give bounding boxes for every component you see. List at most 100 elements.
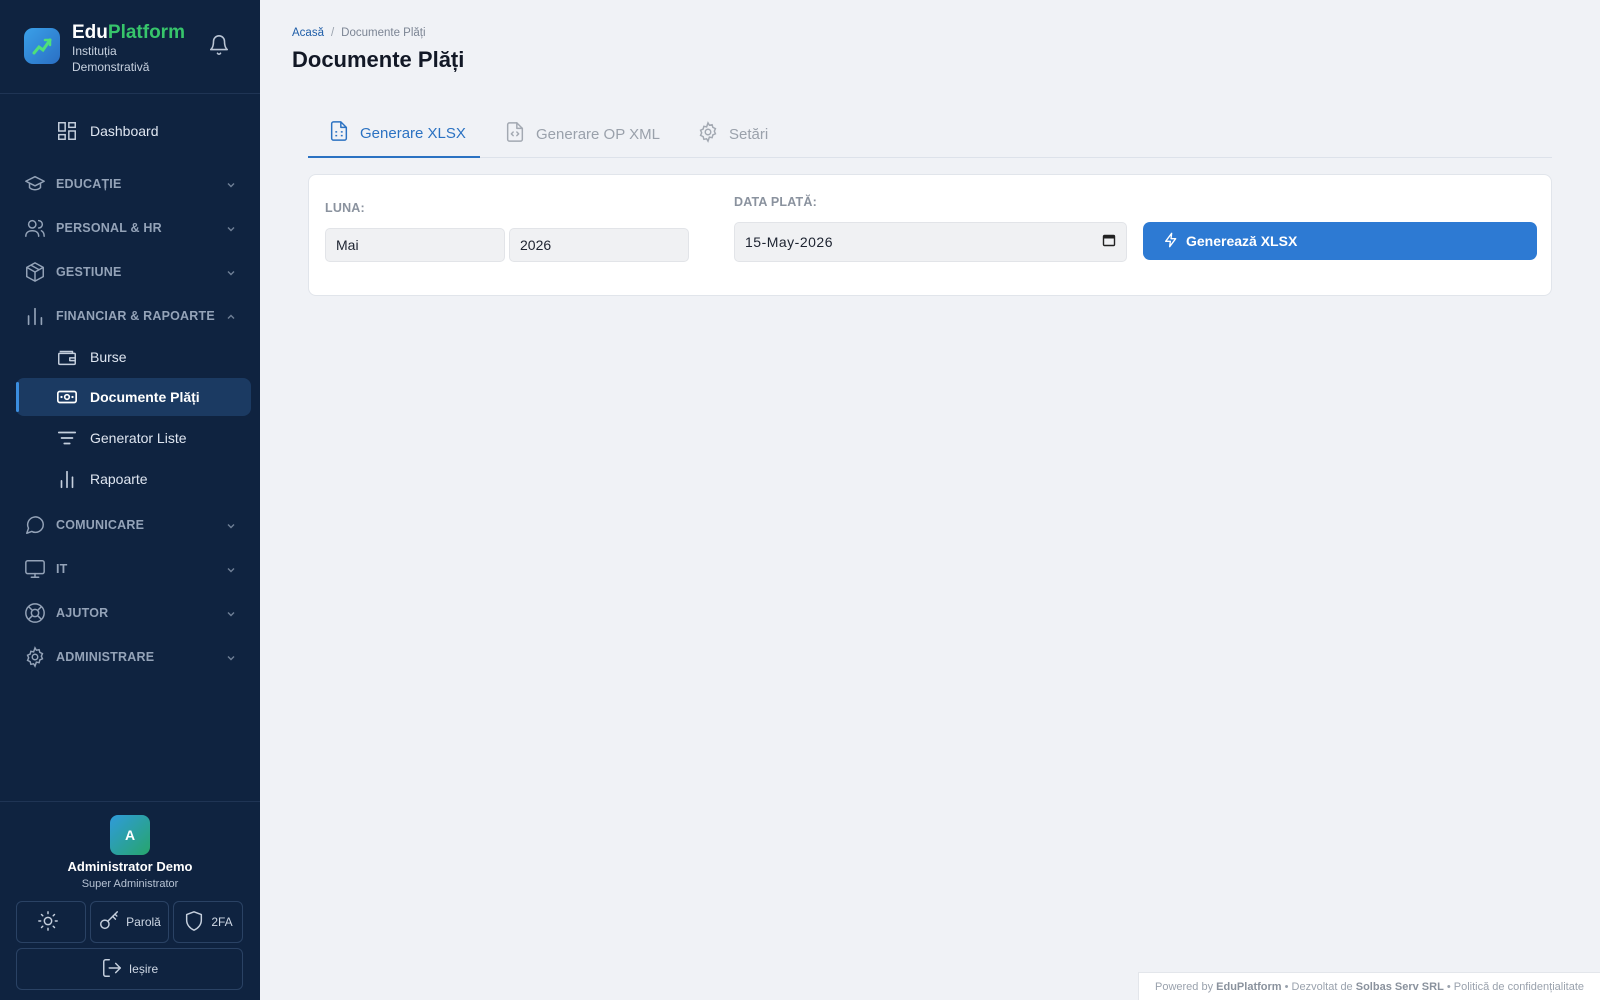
- brand-logo-icon[interactable]: [24, 28, 60, 64]
- sidebar-group-it[interactable]: IT: [16, 550, 251, 588]
- logout-button[interactable]: Ieșire: [16, 948, 243, 990]
- xlsx-form-card: LUNA: Mai 2026 DATA PLATĂ: 15-May-2026 G…: [308, 174, 1552, 296]
- sidebar-group-label: EDUCAȚIE: [56, 177, 122, 191]
- sidebar-group-personal[interactable]: PERSONAL & HR: [16, 209, 251, 247]
- sidebar-group-comunicare[interactable]: COMUNICARE: [16, 506, 251, 544]
- tab-generare-op-xml[interactable]: Generare OP XML: [504, 110, 676, 158]
- generate-xlsx-button[interactable]: Generează XLSX: [1143, 222, 1537, 260]
- generate-xlsx-label: Generează XLSX: [1186, 233, 1298, 249]
- user-panel: A Administrator Demo Super Administrator…: [0, 801, 260, 1000]
- payment-date-value: 15-May-2026: [745, 234, 833, 250]
- twofa-button-label: 2FA: [211, 915, 233, 929]
- sidebar-group-label: GESTIUNE: [56, 265, 122, 279]
- file-spreadsheet-icon: [328, 120, 360, 146]
- bell-icon[interactable]: [208, 34, 230, 56]
- message-circle-icon: [24, 514, 46, 536]
- sidebar-item-burse[interactable]: Burse: [16, 338, 251, 376]
- sidebar-group-label: FINANCIAR & RAPOARTE: [56, 309, 215, 323]
- sidebar-item-label: Documente Plăți: [90, 389, 200, 405]
- tab-generare-xlsx[interactable]: Generare XLSX: [308, 110, 480, 158]
- sidebar-item-label: Dashboard: [90, 123, 159, 139]
- chevron-down-icon: [225, 222, 237, 234]
- tab-bar: Generare XLSX Generare OP XML Setări: [308, 110, 1552, 158]
- chevron-down-icon: [225, 178, 237, 190]
- tab-label: Setări: [729, 125, 769, 143]
- footer-dev-prefix: • Dezvoltat de: [1284, 980, 1353, 993]
- brand-name-part2: Platform: [107, 22, 185, 43]
- dashboard-icon: [56, 120, 78, 142]
- life-buoy-icon: [24, 602, 46, 624]
- users-icon: [24, 217, 46, 239]
- shield-icon: [183, 910, 211, 935]
- gear-icon: [697, 121, 729, 147]
- sun-icon: [37, 910, 65, 935]
- sidebar-group-label: COMUNICARE: [56, 518, 145, 532]
- file-code-icon: [504, 121, 536, 147]
- chevron-down-icon: [225, 266, 237, 278]
- payment-date-input[interactable]: 15-May-2026: [734, 222, 1127, 262]
- sidebar-group-gestiune[interactable]: GESTIUNE: [16, 253, 251, 291]
- footer-brand: EduPlatform: [1216, 980, 1282, 993]
- password-button-label: Parolă: [126, 915, 161, 929]
- month-select[interactable]: Mai: [325, 228, 505, 262]
- sidebar-group-label: IT: [56, 562, 68, 576]
- key-icon: [98, 910, 126, 935]
- brand-name-part1: Edu: [72, 22, 108, 43]
- sidebar-group-administrare[interactable]: ADMINISTRARE: [16, 638, 251, 676]
- sidebar-item-label: Generator Liste: [90, 430, 187, 446]
- breadcrumb: Acasă / Documente Plăți: [292, 27, 426, 39]
- sidebar: EduPlatform Instituția Demonstrativă Das…: [0, 0, 260, 1000]
- banknote-icon: [56, 386, 78, 408]
- package-icon: [24, 261, 46, 283]
- bar-chart-icon: [24, 305, 46, 327]
- gear-icon: [24, 646, 46, 668]
- filter-lines-icon: [56, 427, 78, 449]
- chevron-down-icon: [225, 519, 237, 531]
- theme-toggle-button[interactable]: [16, 901, 86, 943]
- breadcrumb-current: Documente Plăți: [341, 27, 426, 39]
- data-plata-label: DATA PLATĂ:: [734, 195, 817, 209]
- monitor-icon: [24, 558, 46, 580]
- chevron-down-icon: [225, 563, 237, 575]
- brand-name: EduPlatform: [72, 22, 185, 44]
- sidebar-item-generator-liste[interactable]: Generator Liste: [16, 419, 251, 457]
- bar-chart-icon: [56, 468, 78, 490]
- breadcrumb-home-link[interactable]: Acasă: [292, 27, 324, 39]
- wallet-icon: [56, 346, 78, 368]
- sidebar-item-label: Rapoarte: [90, 471, 148, 487]
- footer-powered: Powered by: [1155, 980, 1214, 993]
- sidebar-group-label: ADMINISTRARE: [56, 650, 155, 664]
- tab-label: Generare OP XML: [536, 125, 660, 143]
- twofa-button[interactable]: 2FA: [173, 901, 243, 943]
- sidebar-item-label: Burse: [90, 349, 127, 365]
- breadcrumb-separator: /: [330, 27, 335, 39]
- sidebar-group-label: AJUTOR: [56, 606, 109, 620]
- brand-header: EduPlatform Instituția Demonstrativă: [0, 0, 260, 94]
- sidebar-group-ajutor[interactable]: AJUTOR: [16, 594, 251, 632]
- logout-button-label: Ieșire: [128, 962, 159, 976]
- logout-icon: [101, 957, 129, 982]
- password-button[interactable]: Parolă: [90, 901, 169, 943]
- chevron-down-icon: [225, 651, 237, 663]
- footer: Powered by EduPlatform • Dezvoltat de So…: [1138, 972, 1600, 1000]
- avatar[interactable]: A: [110, 815, 150, 855]
- sidebar-item-rapoarte[interactable]: Rapoarte: [16, 460, 251, 498]
- footer-developer: Solbas Serv SRL: [1355, 980, 1444, 993]
- calendar-icon[interactable]: [1102, 233, 1116, 247]
- page-title: Documente Plăți: [292, 47, 465, 72]
- sidebar-item-dashboard[interactable]: Dashboard: [16, 112, 251, 150]
- sidebar-group-financiar[interactable]: FINANCIAR & RAPOARTE: [16, 297, 251, 335]
- zap-icon: [1163, 232, 1186, 251]
- tab-setari[interactable]: Setări: [697, 110, 787, 158]
- sidebar-group-educatie[interactable]: EDUCAȚIE: [16, 165, 251, 203]
- year-input[interactable]: 2026: [509, 228, 689, 262]
- footer-privacy-link[interactable]: • Politică de confidențialitate: [1447, 981, 1584, 993]
- sidebar-item-documente-plati[interactable]: Documente Plăți: [16, 378, 251, 416]
- institution-name: Instituția Demonstrativă: [72, 44, 150, 74]
- sidebar-group-label: PERSONAL & HR: [56, 221, 162, 235]
- luna-label: LUNA:: [325, 201, 365, 215]
- user-name: Administrator Demo: [67, 859, 193, 874]
- chevron-down-icon: [225, 607, 237, 619]
- user-role: Super Administrator: [81, 878, 179, 890]
- chevron-up-icon: [225, 310, 237, 322]
